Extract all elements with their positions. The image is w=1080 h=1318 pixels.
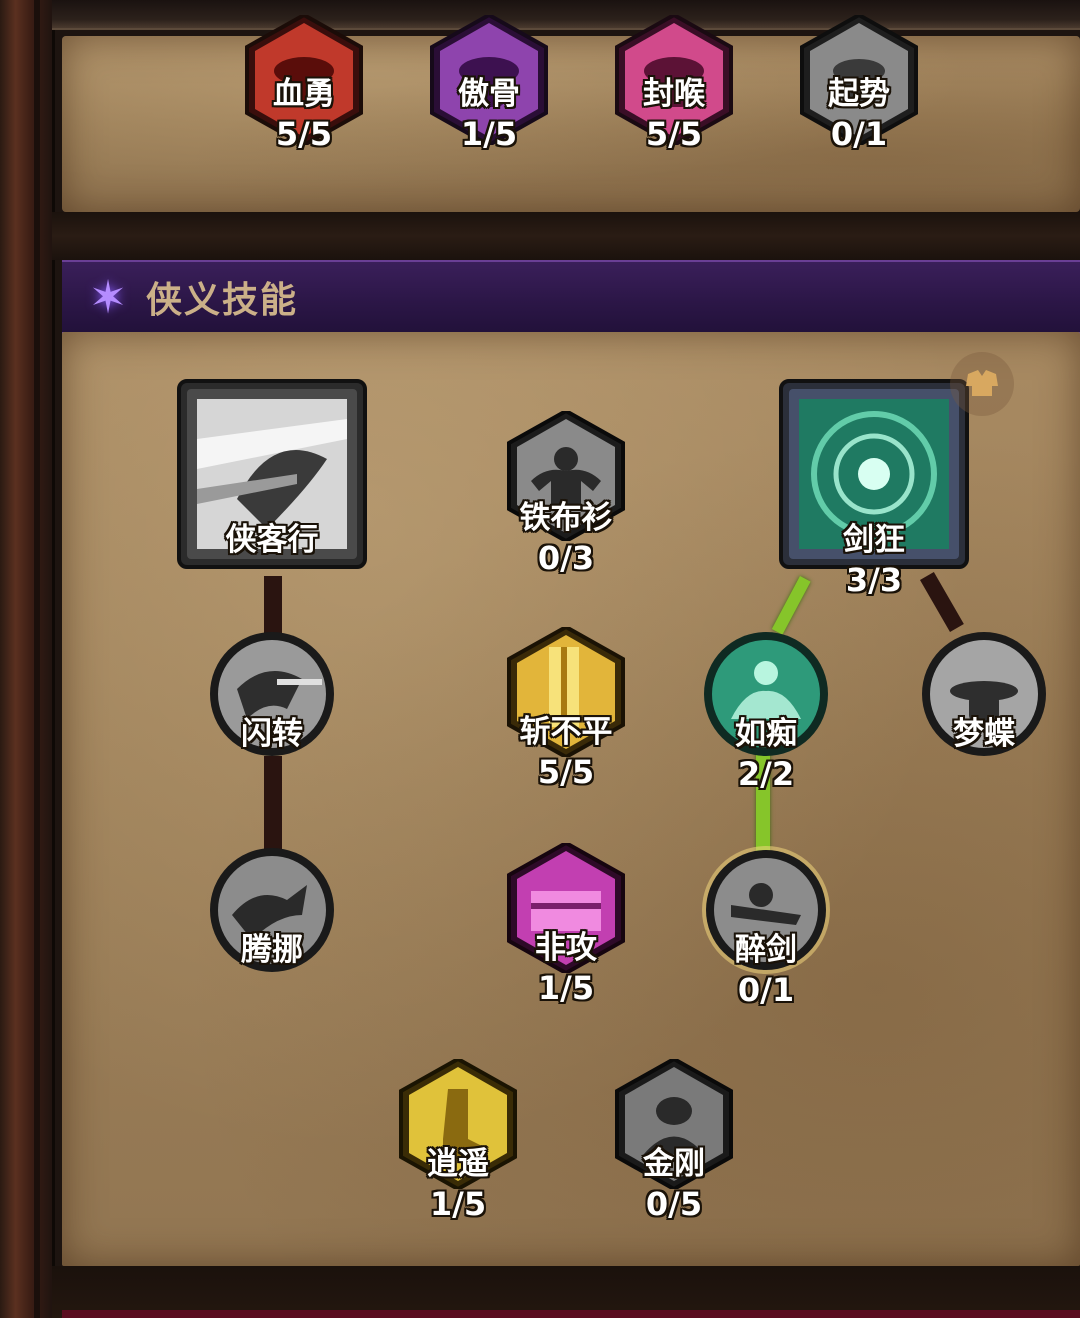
skill-xiaoyao[interactable]: 逍遥 1/5	[393, 1059, 523, 1223]
skill-xiakexing[interactable]: 侠客行	[177, 379, 367, 569]
skill-level: 0/1	[737, 971, 795, 1009]
skill-level: 0/5	[645, 1185, 703, 1223]
skill-shanzhuan[interactable]: 闪转	[207, 629, 337, 759]
skill-xueyong[interactable]: 血勇 5/5	[239, 15, 369, 153]
skill-level: 5/5	[275, 115, 333, 153]
skill-name: 非攻	[535, 930, 597, 966]
skill-name: 傲骨	[458, 76, 520, 112]
skill-zhanbuping[interactable]: 斩不平 5/5	[501, 627, 631, 791]
skill-name: 起势	[828, 76, 890, 112]
skill-level: 5/5	[645, 115, 703, 153]
skill-level: 1/5	[429, 1185, 487, 1223]
skill-name: 封喉	[643, 76, 705, 112]
purple-star-icon: ✶	[88, 270, 128, 324]
skill-name: 剑狂	[843, 522, 905, 558]
skill-feigong[interactable]: 非攻 1/5	[501, 843, 631, 1007]
skill-ruchi[interactable]: 如痴 2/2	[701, 629, 831, 793]
skill-name: 腾挪	[241, 932, 303, 968]
skill-name: 血勇	[273, 76, 335, 112]
skill-fenghou[interactable]: 封喉 5/5	[609, 15, 739, 153]
armor-badge-icon[interactable]	[950, 352, 1014, 416]
skill-name: 斩不平	[519, 714, 613, 750]
panel-divider	[52, 212, 1080, 260]
skill-tree-panel: 侠客行 铁布衫 0/3 剑狂 3/3 闪转 斩不平 5/5 如痴 2/2 梦蝶 …	[62, 332, 1080, 1266]
skill-level: 0/3	[537, 539, 595, 577]
skill-aogu[interactable]: 傲骨 1/5	[424, 15, 554, 153]
skill-name: 如痴	[735, 716, 797, 752]
bottom-frame-band	[52, 1266, 1080, 1318]
tree-connector	[264, 756, 282, 856]
section-title: 侠义技能	[146, 280, 299, 321]
skill-level: 0/1	[830, 115, 888, 153]
skill-name: 铁布衫	[519, 500, 613, 536]
skill-level: 1/5	[460, 115, 518, 153]
skill-name: 醉剑	[735, 932, 797, 968]
skill-qishi[interactable]: 起势 0/1	[794, 15, 924, 153]
skill-level: 3/3	[845, 561, 903, 599]
section-header: ✶ 侠义技能	[62, 260, 1080, 335]
skill-tiebushan[interactable]: 铁布衫 0/3	[501, 411, 631, 577]
skill-jingang[interactable]: 金刚 0/5	[609, 1059, 739, 1223]
skill-tengnuo[interactable]: 腾挪	[207, 845, 337, 975]
left-frame-rail	[0, 0, 55, 1318]
skill-name: 逍遥	[427, 1146, 489, 1182]
skill-jiankuang[interactable]: 剑狂 3/3	[779, 379, 969, 599]
skill-name: 梦蝶	[953, 716, 1015, 752]
skill-level: 5/5	[537, 753, 595, 791]
skill-name: 金刚	[643, 1146, 705, 1182]
skill-name: 闪转	[241, 716, 303, 752]
skill-mengdie[interactable]: 梦蝶	[919, 629, 1049, 759]
skill-zuijian[interactable]: 醉剑 0/1	[701, 845, 831, 1009]
skill-level: 1/5	[537, 969, 595, 1007]
skill-level: 2/2	[737, 755, 795, 793]
upper-skill-panel: 血勇 5/5 傲骨 1/5 封喉 5/5 起势 0/1	[62, 15, 1080, 212]
top-frame-strip	[52, 0, 1080, 30]
skill-name: 侠客行	[225, 522, 319, 558]
